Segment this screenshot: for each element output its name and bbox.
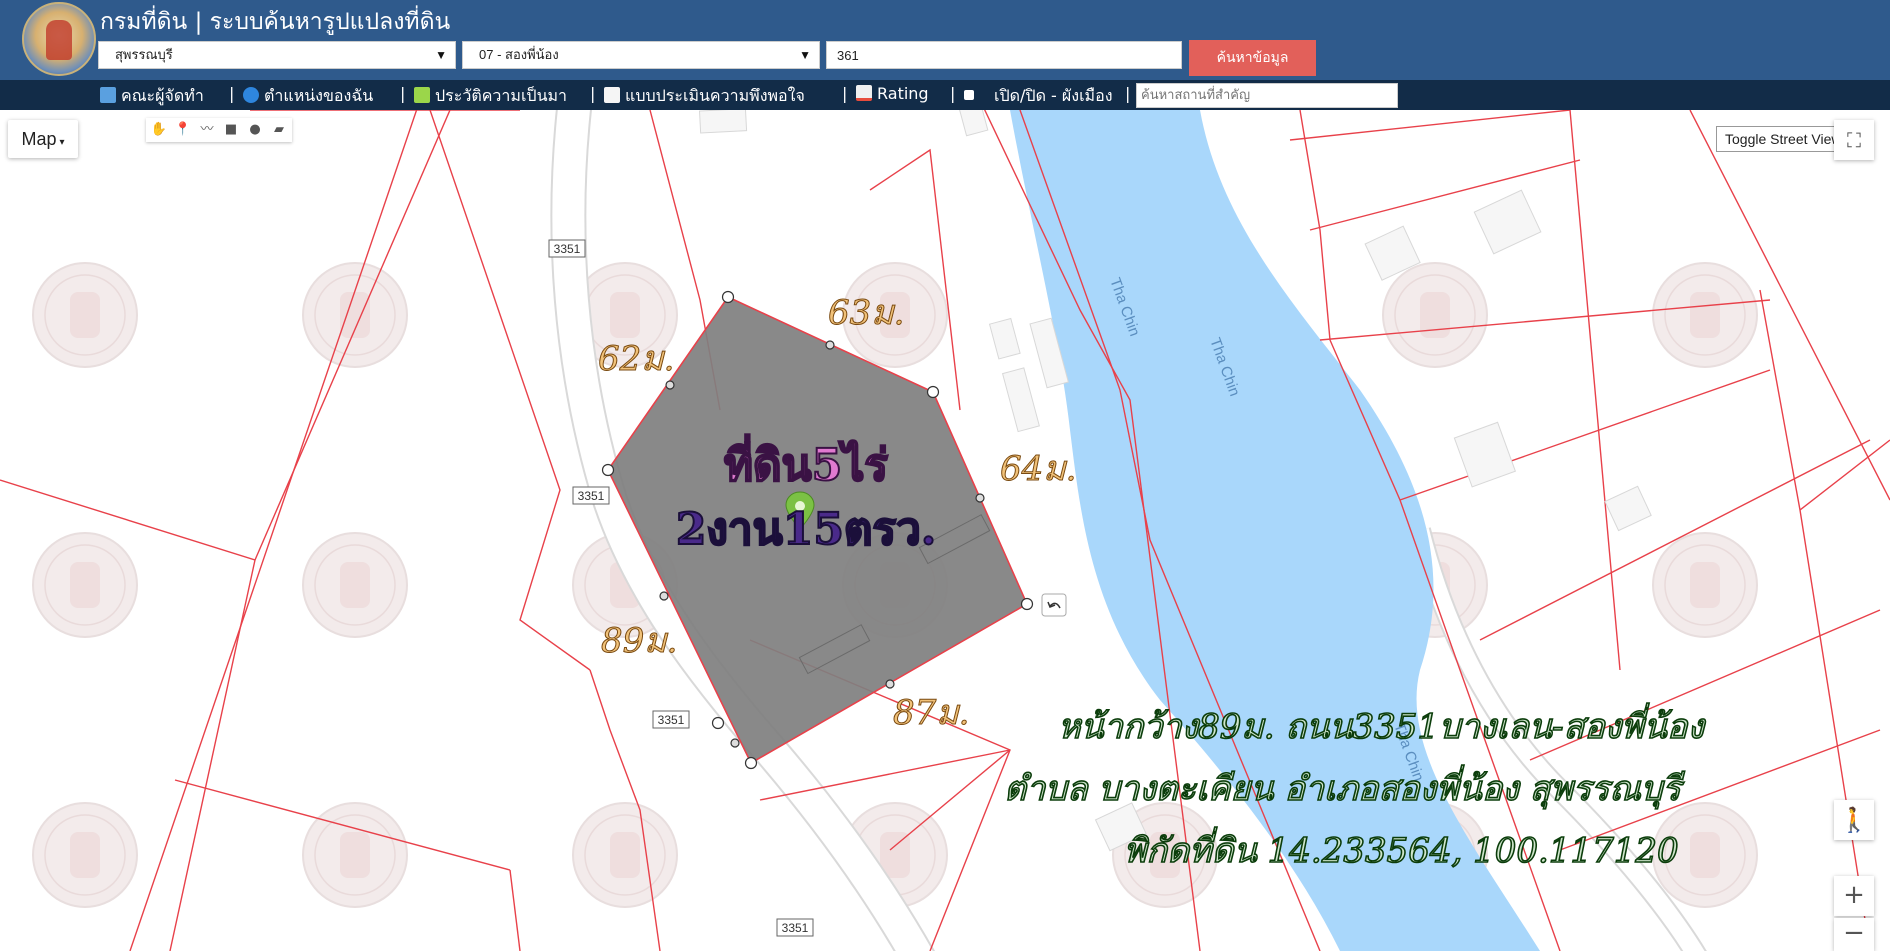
search-button[interactable]: ค้นหาข้อมูล: [1189, 40, 1316, 76]
toggle-street-view-button[interactable]: Toggle Street View: [1716, 126, 1851, 152]
svg-text:3351: 3351: [554, 242, 581, 256]
dimension-label-north: 63ม.: [828, 293, 904, 333]
zoom-out-button[interactable]: −: [1834, 918, 1874, 951]
nav-separator: |: [1125, 84, 1131, 103]
road-label-3351-a: 3351: [548, 239, 586, 258]
nav-item-city-plan-toggle[interactable]: เปิด/ปิด - ผังเมือง: [964, 84, 1113, 109]
nav-item-rating[interactable]: Rating: [856, 84, 929, 103]
province-select[interactable]: สุพรรณบุรี ▼: [98, 41, 456, 69]
hand-pan-icon[interactable]: ✋: [148, 118, 170, 142]
svg-text:3351: 3351: [578, 489, 605, 503]
drawing-toolbar: ✋ 📍 〰 ■ ● ▰: [146, 118, 292, 142]
annotation-line2: ตำบล บางตะเคียน อำเภอสองพี่น้อง สุพรรณบุ…: [1004, 765, 1686, 809]
nav-item-satisfaction-survey[interactable]: แบบประเมินความพึงพอใจ: [604, 84, 805, 109]
nav-separator: |: [229, 84, 235, 103]
zoom-in-button[interactable]: +: [1834, 876, 1874, 916]
nav-item-team[interactable]: คณะผู้จัดทำ: [100, 84, 204, 109]
nav-item-history[interactable]: ประวัติความเป็นมา: [414, 84, 567, 109]
nav-separator: |: [842, 84, 848, 103]
map-canvas[interactable]: 3351 3351 3351 3351 Tha Chin Tha Chin Th…: [0, 110, 1890, 951]
road-label-3351-b: 3351: [572, 486, 610, 505]
area-text-line1: ที่ดิน5ไร่: [724, 434, 888, 491]
polygon-tool-icon[interactable]: ▰: [268, 118, 290, 142]
sprout-icon: [414, 87, 430, 103]
chevron-down-icon: ▾: [59, 137, 65, 148]
nav-separator: |: [590, 84, 596, 103]
chart-icon: [856, 85, 872, 101]
team-icon: [100, 87, 116, 103]
road-label-3351-d: 3351: [776, 918, 814, 937]
site-title: กรมที่ดิน | ระบบค้นหารูปแปลงที่ดิน: [100, 9, 451, 35]
circle-tool-icon[interactable]: ●: [244, 118, 266, 142]
department-logo: [22, 2, 96, 76]
dimension-label-east: 64ม.: [1000, 449, 1076, 489]
polyline-tool-icon[interactable]: 〰: [196, 118, 218, 142]
svg-text:3351: 3351: [658, 713, 685, 727]
undo-icon[interactable]: [1041, 593, 1067, 617]
district-select-value: 07 - สองพี่น้อง: [479, 47, 559, 62]
dimension-label-south: 87ม.: [893, 693, 969, 733]
landmark-search-input[interactable]: [1136, 83, 1398, 108]
svg-text:3351: 3351: [782, 921, 809, 935]
map-svg[interactable]: 3351 3351 3351 3351 Tha Chin Tha Chin Th…: [0, 110, 1890, 951]
chevron-down-icon: ▼: [799, 48, 811, 62]
pegman-icon[interactable]: 🚶: [1834, 800, 1874, 840]
globe-icon: [243, 87, 259, 103]
nav-separator: |: [400, 84, 406, 103]
marker-tool-icon[interactable]: 📍: [172, 118, 194, 142]
road-label-3351-c: 3351: [652, 710, 690, 729]
checkbox[interactable]: [964, 90, 974, 100]
nav-separator: |: [950, 84, 956, 103]
map-type-dropdown[interactable]: Map ▾: [8, 120, 78, 158]
dimension-label-west: 89ม.: [601, 621, 677, 661]
chevron-down-icon: ▼: [435, 48, 447, 62]
district-select[interactable]: 07 - สองพี่น้อง ▼: [462, 41, 820, 69]
parcel-number-input[interactable]: [826, 41, 1182, 69]
dimension-label-northwest: 62ม.: [598, 339, 674, 379]
rectangle-tool-icon[interactable]: ■: [220, 118, 242, 142]
nav-bar: คณะผู้จัดทำ | ตำแหน่งของฉัน | ประวัติควา…: [0, 80, 1890, 110]
province-select-value: สุพรรณบุรี: [115, 47, 173, 62]
annotation-line1: หน้ากว้าง89ม. ถนน3351บางเลน-สองพี่น้อง: [1058, 703, 1706, 747]
header-bar: กรมที่ดิน | ระบบค้นหารูปแปลงที่ดิน สุพรร…: [0, 0, 1890, 80]
area-text-line2: 2งาน15ตรว.: [676, 504, 936, 555]
annotation-line3: พิกัดที่ดิน 14.233564, 100.117120: [1124, 827, 1679, 871]
fullscreen-icon[interactable]: ⛶: [1834, 120, 1874, 160]
document-icon: [604, 87, 620, 103]
nav-item-my-location[interactable]: ตำแหน่งของฉัน: [243, 84, 373, 109]
